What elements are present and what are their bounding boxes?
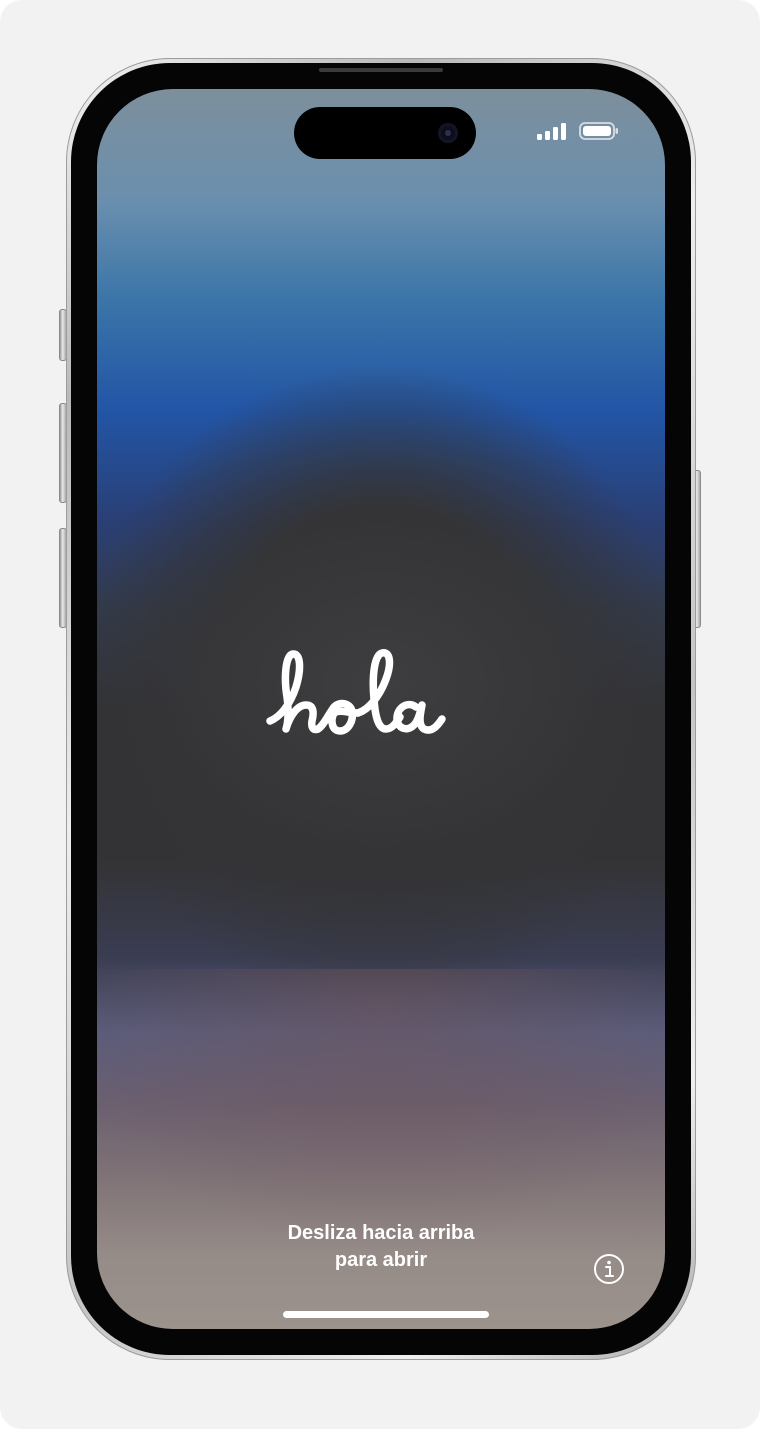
- home-indicator[interactable]: [283, 1311, 489, 1318]
- front-camera-icon: [438, 123, 458, 143]
- info-icon: [594, 1254, 624, 1284]
- hola-script-lettering: [266, 649, 446, 735]
- status-bar: [537, 121, 619, 141]
- battery-icon: [579, 122, 618, 140]
- info-button[interactable]: [593, 1253, 625, 1285]
- swipe-up-hint: Desliza hacia arriba para abrir: [97, 1220, 665, 1274]
- lock-screen[interactable]: Desliza hacia arriba para abrir: [97, 89, 665, 1329]
- cellular-signal-icon: [537, 123, 566, 140]
- phone-bezel: Desliza hacia arriba para abrir: [71, 63, 691, 1355]
- page-background: Desliza hacia arriba para abrir: [0, 0, 760, 1429]
- swipe-hint-line-1: Desliza hacia arriba: [287, 1222, 475, 1244]
- dynamic-island: [294, 107, 476, 159]
- swipe-hint-line-2: para abrir: [334, 1249, 428, 1271]
- wallpaper-bottom-tint: [97, 969, 665, 1329]
- earpiece-speaker: [319, 68, 443, 72]
- phone-frame: Desliza hacia arriba para abrir: [66, 58, 696, 1360]
- greeting-hello: [97, 649, 665, 754]
